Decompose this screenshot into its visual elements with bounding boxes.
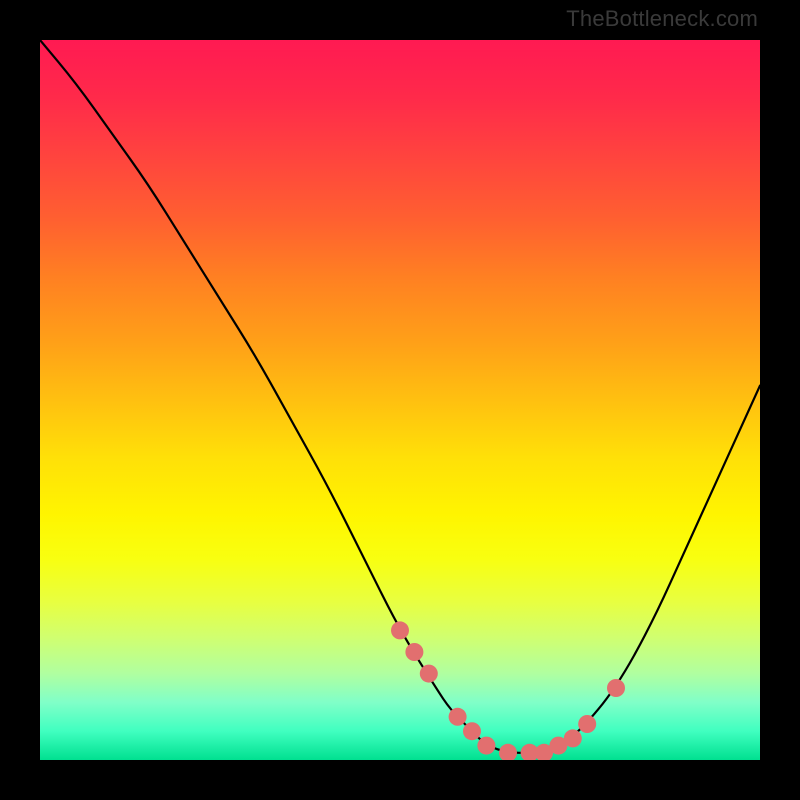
plot-area — [40, 40, 760, 760]
marker-point — [449, 708, 467, 726]
marker-point — [607, 679, 625, 697]
marker-point — [405, 643, 423, 661]
watermark-text: TheBottleneck.com — [566, 6, 758, 32]
marker-point — [391, 621, 409, 639]
chart-svg — [40, 40, 760, 760]
marker-point — [477, 737, 495, 755]
marker-point — [564, 729, 582, 747]
chart-frame: TheBottleneck.com — [0, 0, 800, 800]
bottleneck-curve — [40, 40, 760, 753]
marker-point — [499, 744, 517, 760]
marker-point — [420, 665, 438, 683]
highlight-points — [391, 621, 625, 760]
marker-point — [578, 715, 596, 733]
marker-point — [463, 722, 481, 740]
